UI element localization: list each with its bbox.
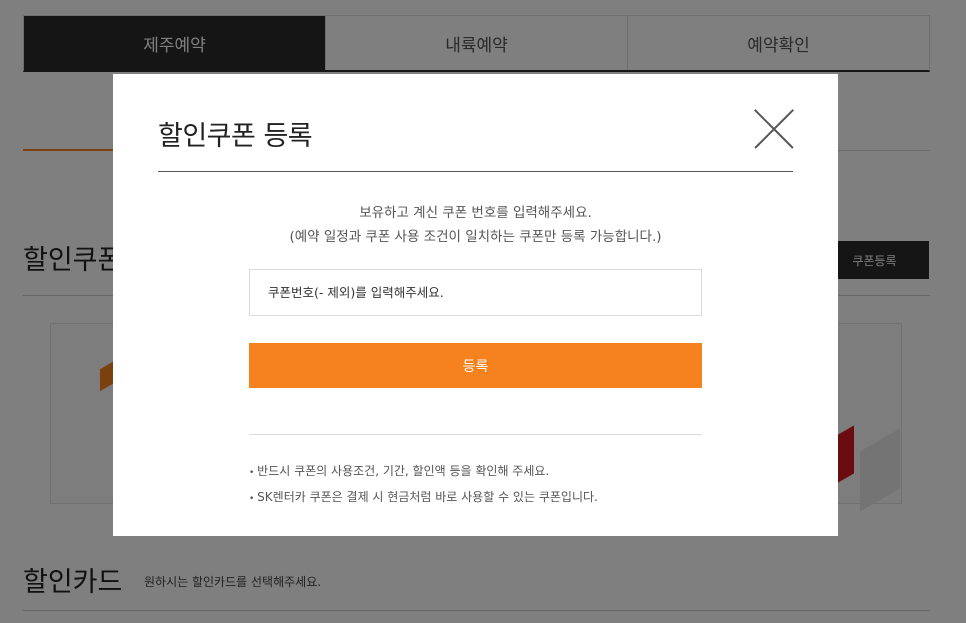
modal-description-note: (예약 일정과 쿠폰 사용 조건이 일치하는 쿠폰만 등록 가능합니다.) [289, 229, 662, 245]
notice-item: 반드시 쿠폰의 사용조건, 기간, 할인액 등을 확인해 주세요. [249, 459, 598, 485]
modal-description: 보유하고 계신 쿠폰 번호를 입력해주세요. [359, 205, 592, 221]
register-button[interactable]: 등록 [249, 343, 702, 388]
modal-title: 할인쿠폰 등록 [158, 121, 313, 152]
notice-list: 반드시 쿠폰의 사용조건, 기간, 할인액 등을 확인해 주세요. SK렌터카 … [249, 459, 598, 511]
notice-item: SK렌터카 쿠폰은 결제 시 현금처럼 바로 사용할 수 있는 쿠폰입니다. [249, 485, 598, 511]
coupon-number-input[interactable] [249, 269, 702, 316]
close-icon[interactable] [754, 109, 794, 149]
coupon-register-modal: 할인쿠폰 등록 보유하고 계신 쿠폰 번호를 입력해주세요. (예약 일정과 쿠… [113, 74, 838, 536]
modal-title-divider [158, 171, 793, 172]
notes-divider [249, 434, 702, 435]
